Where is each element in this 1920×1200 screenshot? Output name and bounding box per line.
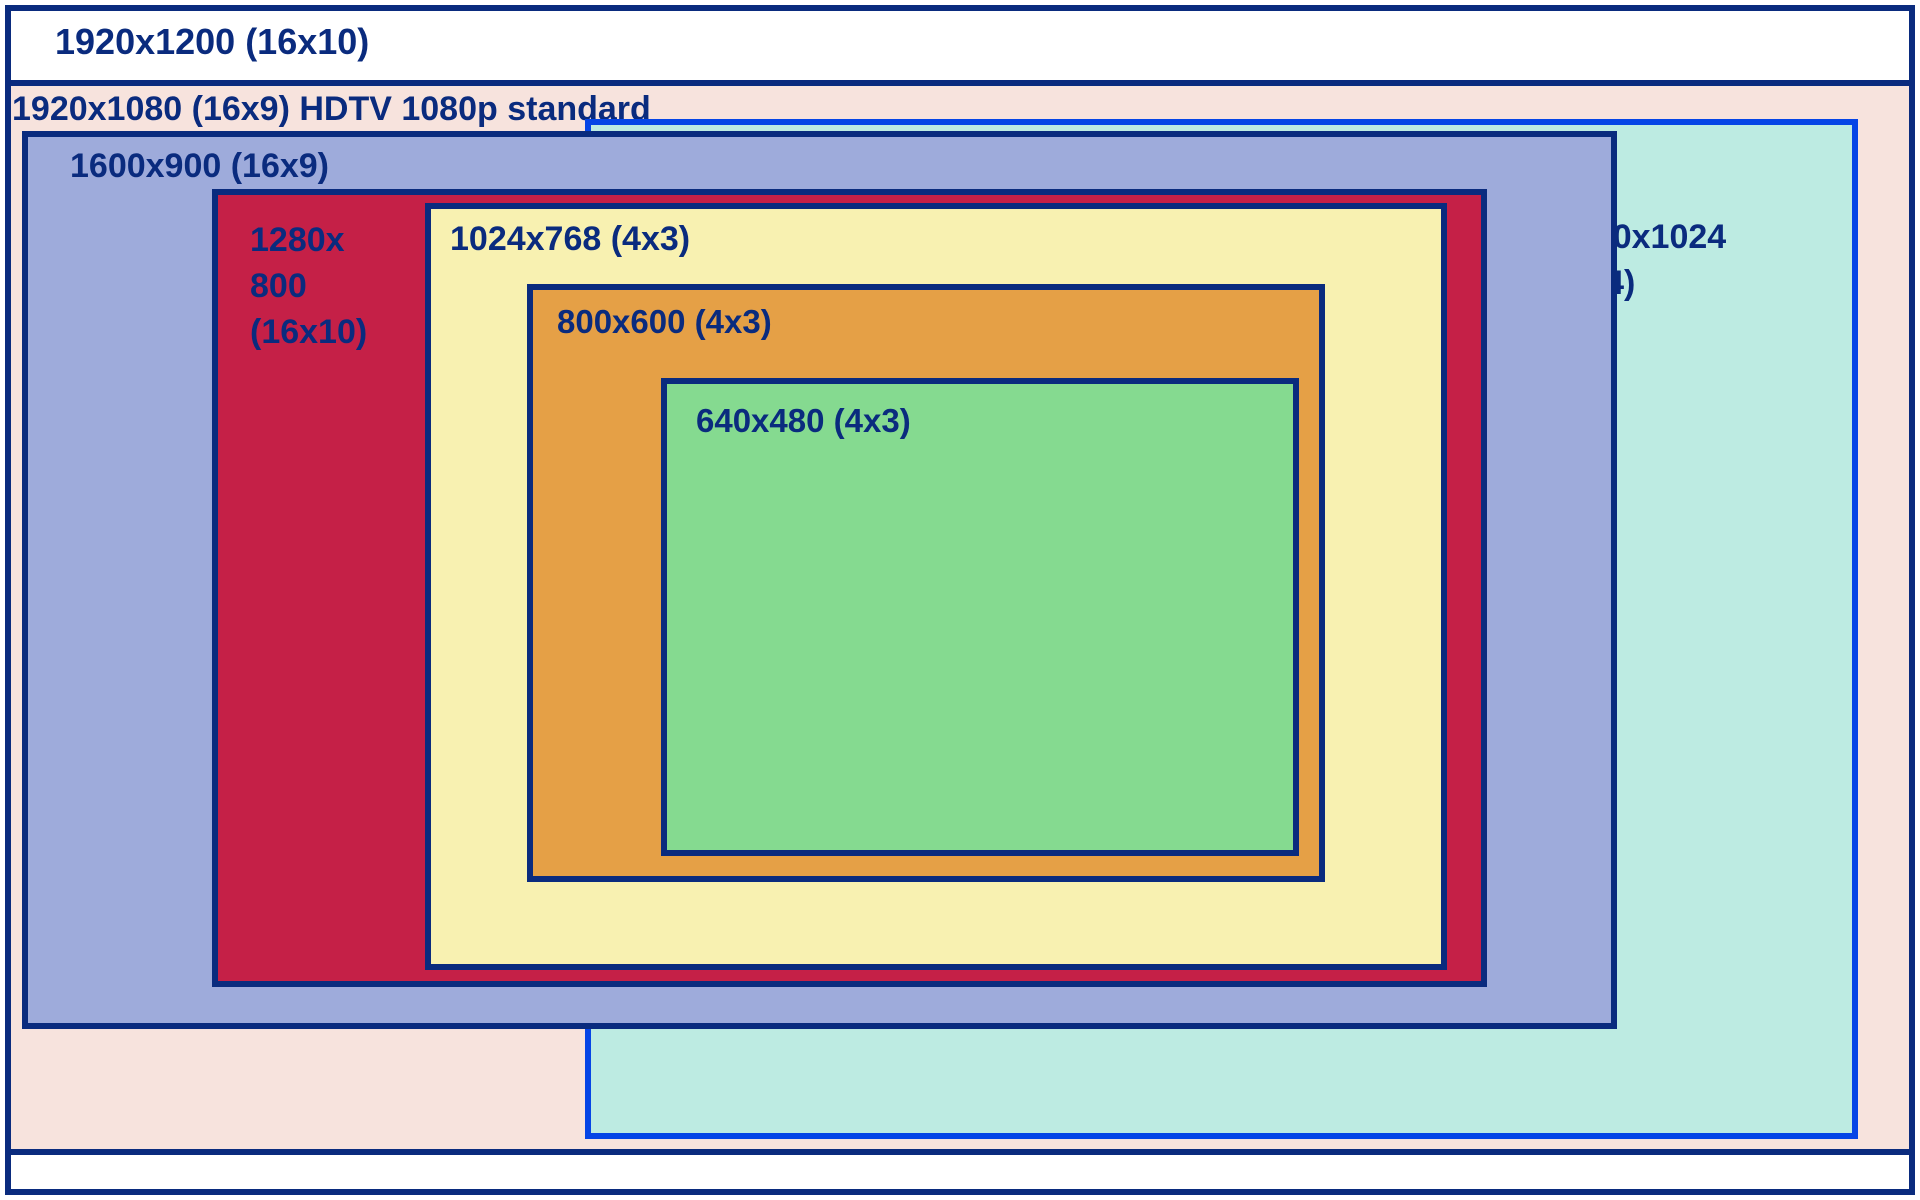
resolution-diagram: 1920x1200 (16x10) 1920x1080 (16x9) HDTV … (0, 0, 1920, 1200)
label-640x480: 640x480 (4x3) (696, 399, 911, 444)
label-1600x900: 1600x900 (16x9) (70, 144, 329, 190)
box-640x480 (661, 378, 1299, 856)
label-1920x1200: 1920x1200 (16x10) (55, 18, 369, 67)
label-1024x768: 1024x768 (4x3) (450, 217, 690, 263)
label-1280x800: 1280x 800 (16x10) (250, 218, 367, 356)
label-800x600: 800x600 (4x3) (557, 300, 772, 345)
label-1920x1080: 1920x1080 (16x9) HDTV 1080p standard (12, 87, 651, 133)
